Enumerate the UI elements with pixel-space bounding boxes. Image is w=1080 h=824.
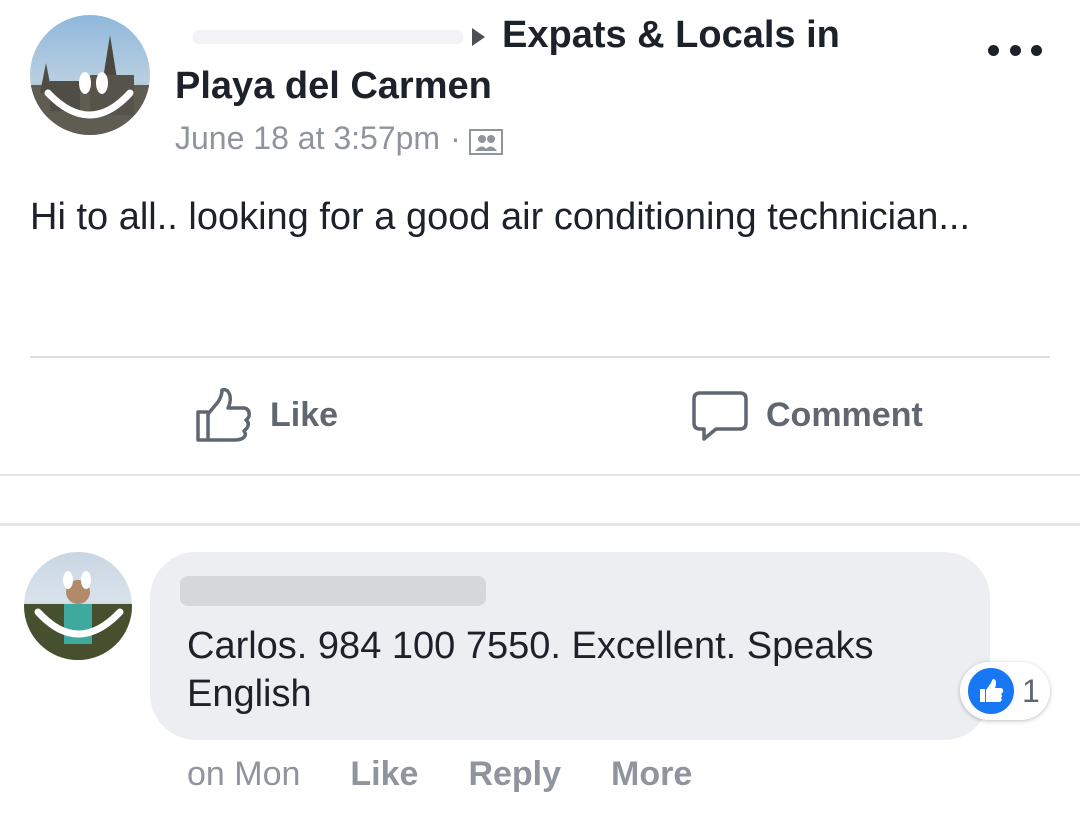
post-header: Expats & Locals in <box>175 14 935 60</box>
comment-like-link[interactable]: Like <box>350 755 418 794</box>
reaction-count: 1 <box>1022 672 1040 709</box>
post-timestamp[interactable]: June 18 at 3:57pm <box>175 120 440 157</box>
thumbs-up-icon <box>196 387 251 442</box>
comment-reply-link[interactable]: Reply <box>468 755 561 794</box>
post-author-avatar[interactable] <box>30 15 150 135</box>
like-button[interactable]: Like <box>194 385 338 445</box>
post-body-text: Hi to all.. looking for a good air condi… <box>30 196 970 238</box>
dot <box>1031 44 1042 56</box>
comment-time[interactable]: on Mon <box>187 755 300 794</box>
comment-text: Carlos. 984 100 7550. Excellent. Speaks … <box>187 625 874 715</box>
meta-separator: · <box>450 120 461 156</box>
dot <box>988 44 999 56</box>
comment-actions: on Mon Like Reply More <box>187 752 742 796</box>
reaction-badge[interactable]: 1 <box>960 662 1050 720</box>
section-separator <box>0 474 1080 526</box>
post-screen: Expats & Locals in Playa del Carmen June… <box>0 0 1080 824</box>
comment-bubble-icon <box>692 391 748 441</box>
comment-label: Comment <box>766 395 923 434</box>
more-options-icon[interactable] <box>988 38 1042 62</box>
like-label: Like <box>270 395 339 434</box>
commenter-avatar[interactable] <box>24 552 132 660</box>
redacted-commenter-name <box>180 576 486 606</box>
group-name[interactable]: Expats & Locals in <box>502 14 840 57</box>
comment-more-link[interactable]: More <box>611 755 692 794</box>
post-meta: June 18 at 3:57pm · <box>175 120 503 157</box>
comment-bubble[interactable]: Carlos. 984 100 7550. Excellent. Speaks … <box>150 552 990 740</box>
redacted-author-name <box>193 30 463 44</box>
group-arrow-icon <box>472 28 485 46</box>
like-reaction-icon <box>966 666 1016 716</box>
comment-button[interactable]: Comment <box>692 385 923 445</box>
group-members-icon <box>468 126 503 155</box>
divider <box>30 356 1050 358</box>
group-name-continued[interactable]: Playa del Carmen <box>175 65 492 108</box>
dot <box>1009 44 1021 56</box>
